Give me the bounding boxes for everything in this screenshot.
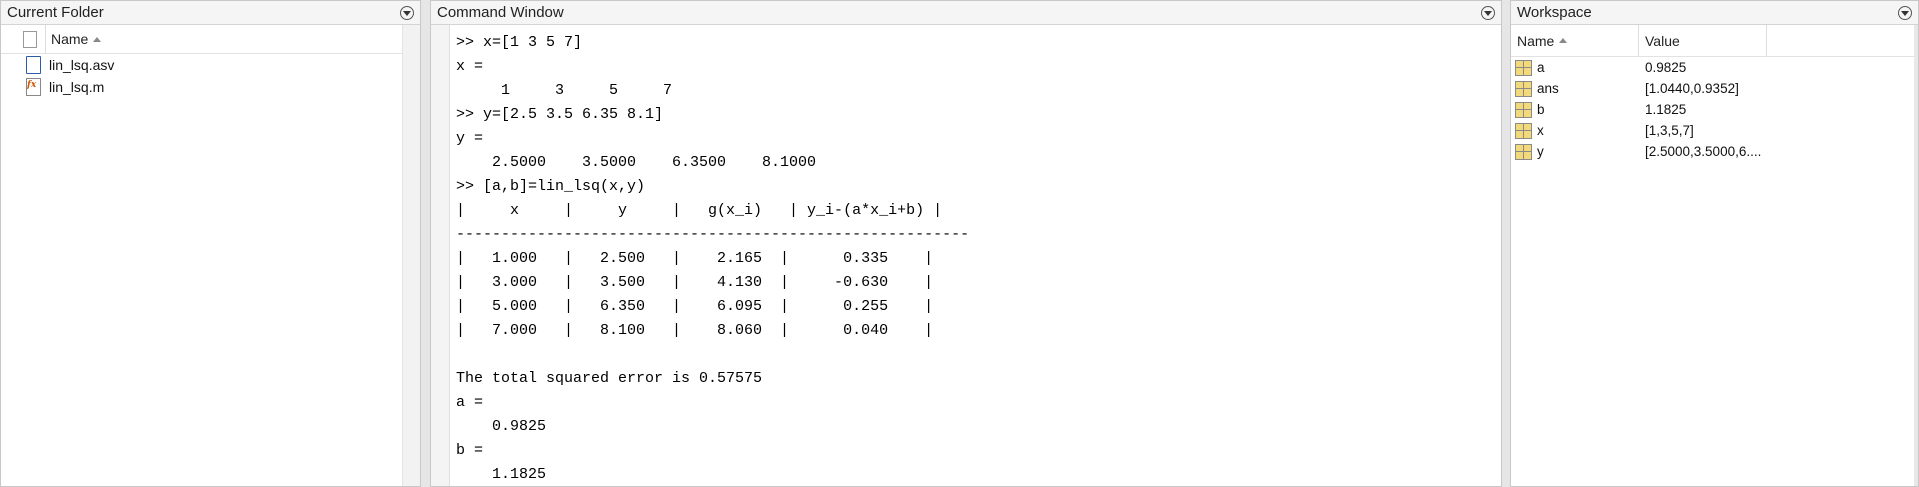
workspace-panel: Workspace Name Value a 0.9825 ans [1.044… xyxy=(1510,0,1919,487)
current-folder-panel: Current Folder Name lin_lsq.asv lin_lsq.… xyxy=(0,0,421,487)
var-value: [2.5000,3.5000,6.... xyxy=(1645,144,1762,159)
name-column-header[interactable]: Name xyxy=(1511,25,1639,56)
value-column-header[interactable]: Value xyxy=(1639,25,1767,56)
var-value: 0.9825 xyxy=(1645,60,1687,75)
command-line: | 3.000 | 3.500 | 4.130 | -0.630 | xyxy=(456,274,934,291)
var-name-cell: a xyxy=(1511,59,1639,76)
file-type-column-icon xyxy=(23,30,37,48)
sort-ascending-icon xyxy=(93,36,102,42)
value-column-label: Value xyxy=(1645,32,1680,49)
var-name: b xyxy=(1537,102,1545,117)
var-value: 1.1825 xyxy=(1645,102,1687,117)
name-column-label: Name xyxy=(51,31,89,47)
matrix-variable-icon xyxy=(1515,101,1532,118)
workspace-header: Workspace xyxy=(1511,1,1918,25)
var-name: a xyxy=(1537,60,1545,75)
file-name: lin_lsq.m xyxy=(49,79,105,95)
var-name-cell: x xyxy=(1511,122,1639,139)
sort-ascending-icon xyxy=(1559,38,1568,43)
matlab-desktop: Current Folder Name lin_lsq.asv lin_lsq.… xyxy=(0,0,1919,487)
splitter-left[interactable] xyxy=(421,0,430,487)
command-line: >> y=[2.5 3.5 6.35 8.1] xyxy=(456,106,664,123)
command-window-output[interactable]: >> x=[1 3 5 7] x = 1 3 5 7 >> y=[2.5 3.5… xyxy=(431,25,1501,486)
var-name-cell: y xyxy=(1511,143,1639,160)
command-line: 0.9825 xyxy=(456,418,547,435)
var-value: [1,3,5,7] xyxy=(1645,123,1694,138)
command-line: a = xyxy=(456,394,484,411)
workspace-var-a[interactable]: a 0.9825 xyxy=(1511,57,1918,78)
command-line: b = xyxy=(456,442,484,459)
matrix-variable-icon xyxy=(1515,80,1532,97)
workspace-column-header: Name Value xyxy=(1511,25,1918,57)
workspace-var-b[interactable]: b 1.1825 xyxy=(1511,99,1918,120)
current-folder-header: Current Folder xyxy=(1,1,420,25)
command-line: 2.5000 3.5000 6.3500 8.1000 xyxy=(456,154,817,171)
file-row-lin-lsq-asv[interactable]: lin_lsq.asv xyxy=(1,54,420,76)
command-line: 1.1825 xyxy=(456,466,547,483)
document-icon xyxy=(26,56,41,74)
command-line: >> x=[1 3 5 7] xyxy=(456,34,583,51)
workspace-scrollbar[interactable] xyxy=(1914,25,1918,486)
var-name-cell: b xyxy=(1511,101,1639,118)
var-value: [1.0440,0.9352] xyxy=(1645,81,1739,96)
command-line xyxy=(456,343,1501,367)
var-name: ans xyxy=(1537,81,1559,96)
current-folder-menu-icon[interactable] xyxy=(400,5,414,20)
command-window-header: Command Window xyxy=(431,1,1501,25)
command-line: The total squared error is 0.57575 xyxy=(456,370,763,387)
workspace-var-y[interactable]: y [2.5000,3.5000,6.... xyxy=(1511,141,1918,162)
folder-scrollbar[interactable] xyxy=(402,25,420,486)
command-line: y = xyxy=(456,130,484,147)
name-column-label: Name xyxy=(1517,32,1555,49)
column-separator[interactable] xyxy=(45,25,46,53)
current-folder-title: Current Folder xyxy=(7,4,104,21)
matrix-variable-icon xyxy=(1515,59,1532,76)
matrix-variable-icon xyxy=(1515,122,1532,139)
workspace-title: Workspace xyxy=(1517,4,1592,21)
var-name: y xyxy=(1537,144,1544,159)
matrix-variable-icon xyxy=(1515,143,1532,160)
command-window-title: Command Window xyxy=(437,4,564,21)
command-line: ----------------------------------------… xyxy=(456,226,970,243)
command-window-panel: Command Window >> x=[1 3 5 7] x = 1 3 5 … xyxy=(430,0,1502,487)
var-name-cell: ans xyxy=(1511,80,1639,97)
command-line: 1 3 5 7 xyxy=(456,82,673,99)
command-line: | 1.000 | 2.500 | 2.165 | 0.335 | xyxy=(456,250,934,267)
command-line: >> [a,b]=lin_lsq(x,y) xyxy=(456,178,646,195)
matlab-function-icon xyxy=(26,78,41,96)
workspace-var-ans[interactable]: ans [1.0440,0.9352] xyxy=(1511,78,1918,99)
file-name: lin_lsq.asv xyxy=(49,57,115,73)
command-line: | 5.000 | 6.350 | 6.095 | 0.255 | xyxy=(456,298,934,315)
var-name: x xyxy=(1537,123,1544,138)
workspace-var-x[interactable]: x [1,3,5,7] xyxy=(1511,120,1918,141)
folder-column-header[interactable]: Name xyxy=(1,25,420,54)
command-line: | 7.000 | 8.100 | 8.060 | 0.040 | xyxy=(456,322,934,339)
command-line: x = xyxy=(456,58,484,75)
command-line: | x | y | g(x_i) | y_i-(a*x_i+b) | xyxy=(456,202,943,219)
workspace-menu-icon[interactable] xyxy=(1898,5,1912,20)
file-row-lin-lsq-m[interactable]: lin_lsq.m xyxy=(1,76,420,98)
command-window-menu-icon[interactable] xyxy=(1481,5,1495,20)
